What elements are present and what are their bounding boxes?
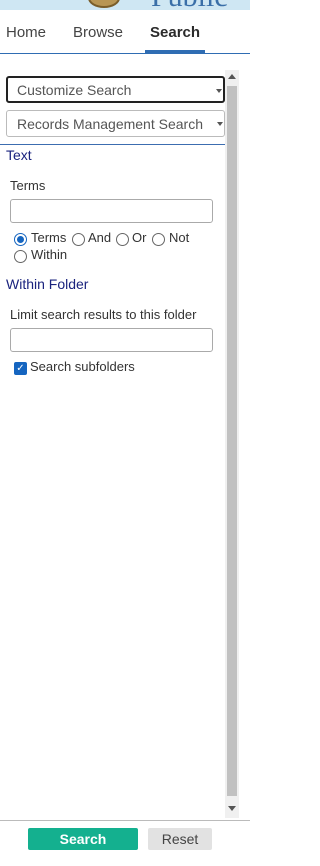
seal-logo	[88, 0, 120, 8]
tab-search[interactable]: Search	[150, 24, 200, 41]
banner-title: Public	[151, 0, 228, 10]
radio-not[interactable]	[152, 233, 165, 246]
search-subfolders-checkbox[interactable]: ✓	[14, 362, 27, 375]
radio-within[interactable]	[14, 250, 27, 263]
active-tab-indicator	[145, 50, 205, 53]
radio-and[interactable]	[72, 233, 85, 246]
tab-browse[interactable]: Browse	[73, 24, 123, 41]
radio-not-label: Not	[169, 230, 190, 245]
radio-or-label: Or	[132, 230, 147, 245]
within-folder-section-title: Within Folder	[6, 276, 89, 292]
folder-input[interactable]	[10, 328, 213, 352]
section-divider	[0, 144, 225, 145]
scroll-thumb[interactable]	[227, 86, 237, 796]
nav-tabs: Home Browse Search	[0, 10, 250, 54]
terms-label: Terms	[10, 178, 46, 193]
radio-or[interactable]	[116, 233, 129, 246]
scroll-up-icon[interactable]	[228, 74, 236, 79]
search-subfolders-label: Search subfolders	[30, 359, 135, 374]
header-banner: Public	[0, 0, 250, 10]
terms-input[interactable]	[10, 199, 213, 223]
panel-scrollbar[interactable]	[225, 70, 239, 818]
scroll-down-icon[interactable]	[228, 806, 236, 811]
reset-button[interactable]: Reset	[148, 828, 212, 850]
radio-within-label: Within	[31, 247, 68, 262]
limit-folder-label: Limit search results to this folder	[10, 307, 197, 322]
radio-and-label: And	[88, 230, 112, 245]
radio-terms[interactable]	[14, 233, 27, 246]
search-button[interactable]: Search	[28, 828, 138, 850]
tab-home[interactable]: Home	[6, 24, 46, 41]
search-type-select[interactable]: Records Management Search	[6, 110, 225, 137]
radio-terms-label: Terms	[31, 230, 67, 245]
footer-divider	[0, 820, 250, 821]
text-section-title: Text	[6, 147, 32, 163]
chevron-down-icon	[217, 122, 223, 126]
search-type-value: Records Management Search	[17, 116, 203, 132]
chevron-down-icon	[216, 89, 222, 93]
customize-search-select[interactable]: Customize Search	[6, 76, 225, 103]
customize-search-value: Customize Search	[17, 82, 132, 98]
